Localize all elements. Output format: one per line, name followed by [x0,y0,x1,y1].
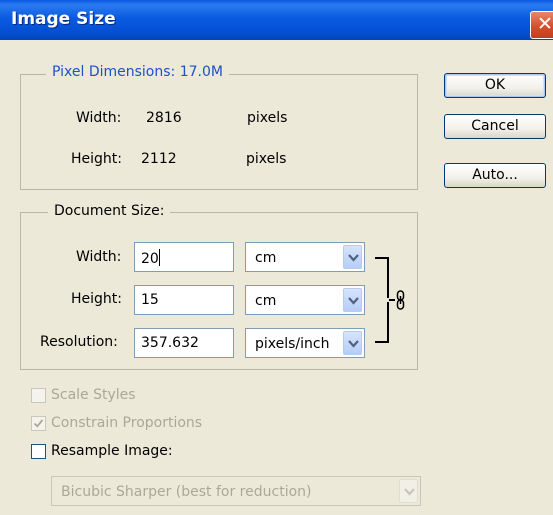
pixel-width-label: Width: [76,110,122,126]
auto-button[interactable]: Auto... [444,163,546,188]
scale-styles-checkbox[interactable] [31,388,46,403]
ok-button[interactable]: OK [444,73,546,98]
constrain-bracket-bottom [375,302,389,343]
constrain-proportions-checkbox[interactable] [31,416,46,431]
pixel-height-label: Height: [71,151,122,167]
constrain-bracket-stub [389,299,395,301]
doc-height-label: Height: [71,291,122,307]
scale-styles-label: Scale Styles [51,387,136,403]
doc-height-unit-value: cm [255,293,277,309]
resolution-unit-value: pixels/inch [255,336,330,352]
doc-width-unit-value: cm [255,250,277,266]
title-bar[interactable]: Image Size ✕ [0,0,553,40]
pixel-height-unit: pixels [246,151,287,167]
constrain-bracket-top [375,257,389,298]
doc-height-input[interactable]: 15 [134,285,234,315]
resample-method-value: Bicubic Sharper (best for reduction) [61,484,312,500]
doc-width-input[interactable]: 20 [134,242,234,272]
constrain-proportions-label: Constrain Proportions [51,415,203,431]
close-icon: ✕ [537,13,553,35]
cancel-button[interactable]: Cancel [444,114,546,139]
window-title: Image Size [11,9,116,29]
resolution-input[interactable]: 357.632 [134,328,234,358]
chevron-down-icon[interactable] [399,479,418,503]
chevron-down-icon[interactable] [343,288,362,312]
resample-image-checkbox[interactable] [31,444,46,459]
doc-height-value: 15 [141,292,159,308]
chevron-down-icon[interactable] [343,245,362,269]
doc-width-value: 20 [141,251,159,267]
pixel-dimensions-legend: Pixel Dimensions: 17.0M [46,64,229,80]
pixel-dimensions-group [20,74,418,190]
resolution-unit-select[interactable]: pixels/inch [245,328,365,358]
chain-link-icon [396,290,405,314]
resolution-label: Resolution: [40,334,118,350]
pixel-width-value: 2816 [146,110,182,126]
pixel-height-value: 2112 [141,151,177,167]
resample-image-label: Resample Image: [51,443,173,459]
chevron-down-icon[interactable] [343,331,362,355]
close-button[interactable]: ✕ [530,11,553,39]
check-icon [33,419,44,428]
document-size-legend: Document Size: [48,203,171,219]
pixel-width-unit: pixels [247,110,288,126]
doc-width-label: Width: [76,249,122,265]
text-caret [158,249,160,266]
doc-width-unit-select[interactable]: cm [245,242,365,272]
doc-height-unit-select[interactable]: cm [245,285,365,315]
resolution-value: 357.632 [141,335,199,351]
resample-method-select[interactable]: Bicubic Sharper (best for reduction) [51,476,421,506]
